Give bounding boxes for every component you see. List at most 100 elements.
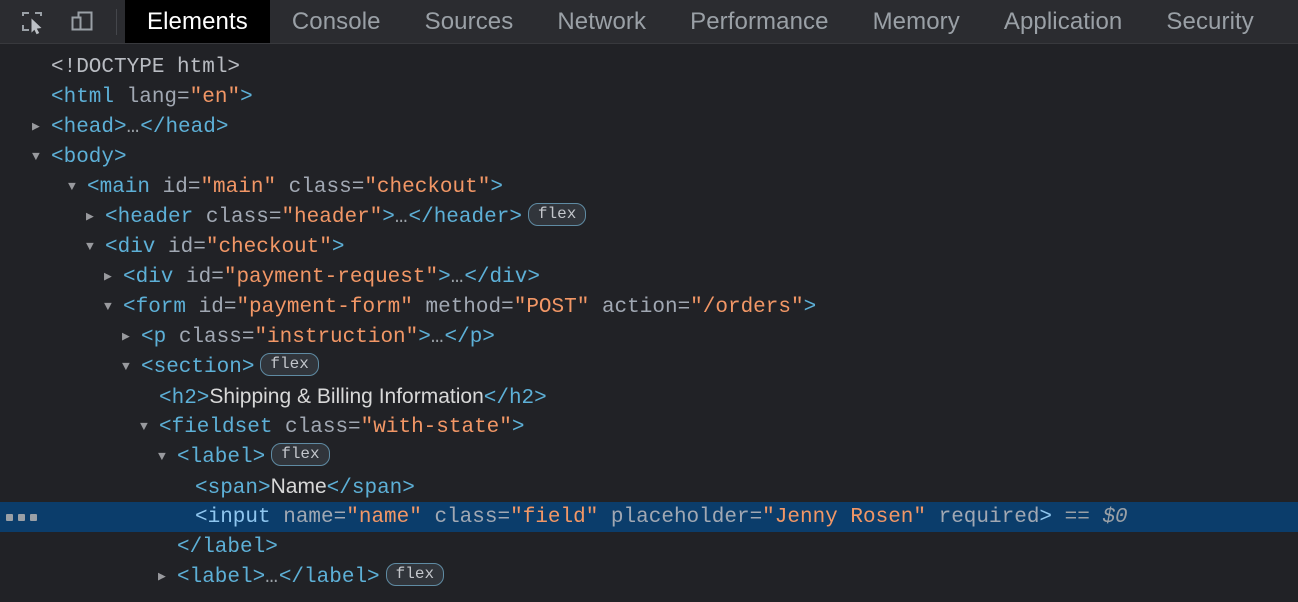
input-attr-placeholder: placeholder: [598, 506, 750, 529]
header-open-close: >: [382, 206, 395, 229]
expand-arrow-label-second[interactable]: ▶: [158, 562, 177, 592]
expand-arrow-head[interactable]: ▶: [32, 112, 51, 142]
tab-elements[interactable]: Elements: [125, 0, 270, 43]
collapse-arrow-form[interactable]: ▼: [104, 292, 123, 322]
div-checkout-attr-id: id: [168, 236, 194, 259]
input-attr-name: name: [283, 506, 334, 529]
input-attr-name-value: "name": [346, 506, 422, 529]
collapse-arrow-section[interactable]: ▼: [122, 352, 141, 382]
header-close: </header>: [408, 206, 522, 229]
form-attr-id-value: "payment-form": [236, 296, 413, 319]
form-open: <form: [123, 296, 199, 319]
flex-badge-label[interactable]: flex: [271, 443, 330, 466]
collapse-arrow-body[interactable]: ▼: [32, 142, 51, 172]
inspect-element-icon[interactable]: [10, 2, 54, 42]
form-attr-method-value: "POST": [513, 296, 590, 319]
html-open: <html: [51, 86, 127, 109]
tab-console[interactable]: Console: [270, 0, 403, 43]
tab-performance[interactable]: Performance: [668, 0, 851, 43]
doctype-text: <!DOCTYPE html>: [51, 56, 241, 79]
payment-request-open-close: >: [438, 266, 451, 289]
dom-node-label-close[interactable]: ▶</label>: [0, 532, 1298, 562]
dom-node-head[interactable]: ▶ <head>…</head>: [0, 112, 1298, 142]
payment-request-ellipsis[interactable]: …: [451, 266, 465, 289]
header-attr-class-value: "header": [281, 206, 383, 229]
devtools-toolbar: Elements Console Sources Network Perform…: [0, 0, 1298, 44]
dom-node-body[interactable]: ▼ <body>: [0, 142, 1298, 172]
tab-application[interactable]: Application: [982, 0, 1145, 43]
dom-node-html[interactable]: ▶<html lang="en">: [0, 82, 1298, 112]
expand-arrow-payment-request[interactable]: ▶: [104, 262, 123, 292]
html-close: >: [240, 86, 253, 109]
dom-node-form[interactable]: ▼ <form id="payment-form" method="POST" a…: [0, 292, 1298, 322]
html-attr-lang: lang: [126, 86, 178, 109]
flex-badge-section[interactable]: flex: [260, 353, 319, 376]
toolbar-icon-group: [0, 0, 125, 43]
collapse-arrow-label[interactable]: ▼: [158, 442, 177, 472]
form-close: >: [803, 296, 817, 319]
tab-sources[interactable]: Sources: [403, 0, 536, 43]
dom-node-div-checkout[interactable]: ▼ <div id="checkout">: [0, 232, 1298, 262]
collapse-arrow-main[interactable]: ▼: [68, 172, 87, 202]
tab-security[interactable]: Security: [1144, 0, 1276, 43]
devtools-tab-bar: Elements Console Sources Network Perform…: [125, 0, 1276, 43]
p-open-close: >: [418, 326, 431, 349]
dom-node-header[interactable]: ▶ <header class="header">…</header> flex: [0, 202, 1298, 232]
html-attr-lang-value: "en": [189, 86, 241, 109]
input-attr-placeholder-value: "Jenny Rosen": [762, 506, 926, 529]
dom-node-fieldset[interactable]: ▼ <fieldset class="with-state">: [0, 412, 1298, 442]
head-open: <head>: [51, 116, 127, 139]
dom-node-label-open[interactable]: ▼ <label> flex: [0, 442, 1298, 472]
dom-node-h2[interactable]: ▶<h2>Shipping & Billing Information</h2>: [0, 382, 1298, 412]
input-attr-class: class: [421, 506, 498, 529]
collapse-arrow-fieldset[interactable]: ▼: [140, 412, 159, 442]
fieldset-attr-class-value: "with-state": [360, 416, 512, 439]
dom-node-section[interactable]: ▼ <section> flex: [0, 352, 1298, 382]
dom-node-input-name-selected[interactable]: ▶<input name="name" class="field" placeh…: [0, 502, 1298, 532]
div-checkout-attr-id-value: "checkout": [205, 236, 332, 259]
dom-node-div-payment-request[interactable]: ▶ <div id="payment-request">…</div>: [0, 262, 1298, 292]
payment-request-open: <div: [123, 266, 187, 289]
dom-node-span-name[interactable]: ▶<span>Name</span>: [0, 472, 1298, 502]
dom-node-p-instruction[interactable]: ▶ <p class="instruction">…</p>: [0, 322, 1298, 352]
more-nodes-indicator[interactable]: [6, 502, 37, 532]
head-ellipsis[interactable]: …: [127, 116, 141, 139]
fieldset-open: <fieldset: [159, 416, 286, 439]
header-ellipsis[interactable]: …: [395, 206, 409, 229]
tab-memory[interactable]: Memory: [851, 0, 982, 43]
flex-badge-header[interactable]: flex: [527, 203, 587, 226]
expand-arrow-instruction[interactable]: ▶: [122, 322, 141, 352]
h2-open: <h2>: [159, 387, 210, 410]
head-close: </head>: [140, 116, 229, 139]
tab-network[interactable]: Network: [535, 0, 668, 43]
collapse-arrow-checkout[interactable]: ▼: [86, 232, 105, 262]
form-attr-method: method: [412, 296, 502, 319]
label-close: </label>: [177, 536, 278, 559]
main-attr-id-value: "main": [200, 176, 277, 199]
device-toolbar-glyph: [71, 11, 93, 30]
dom-node-main[interactable]: ▼ <main id="main" class="checkout">: [0, 172, 1298, 202]
payment-request-attr-id-value: "payment-request": [223, 266, 439, 289]
header-attr-class: class: [205, 206, 269, 229]
main-attr-id: id: [162, 176, 188, 199]
p-ellipsis[interactable]: …: [431, 326, 445, 349]
body-open: <body>: [51, 146, 127, 169]
main-attr-class-value: "checkout": [364, 176, 491, 199]
input-close: >: [1039, 506, 1053, 529]
form-attr-action-value: "/orders": [690, 296, 804, 319]
device-toolbar-icon[interactable]: [60, 2, 104, 42]
payment-request-attr-id: id: [186, 266, 212, 289]
dom-node-label-second[interactable]: ▶ <label>…</label> flex: [0, 562, 1298, 592]
toolbar-divider: [116, 8, 117, 35]
p-attr-class-value: "instruction": [254, 326, 419, 349]
flex-badge-label-second[interactable]: flex: [385, 563, 445, 586]
label2-ellipsis[interactable]: …: [265, 566, 279, 589]
span-open: <span>: [195, 477, 271, 500]
dom-node-doctype[interactable]: ▶<!DOCTYPE html>: [0, 52, 1298, 82]
span-text-name: Name: [270, 475, 327, 498]
input-attr-required: required: [926, 506, 1040, 529]
form-attr-action: action: [589, 296, 678, 319]
dom-tree-panel[interactable]: ▶<!DOCTYPE html> ▶<html lang="en"> ▶<hea…: [0, 44, 1298, 602]
span-close: </span>: [326, 477, 415, 500]
expand-arrow-header[interactable]: ▶: [86, 202, 105, 232]
